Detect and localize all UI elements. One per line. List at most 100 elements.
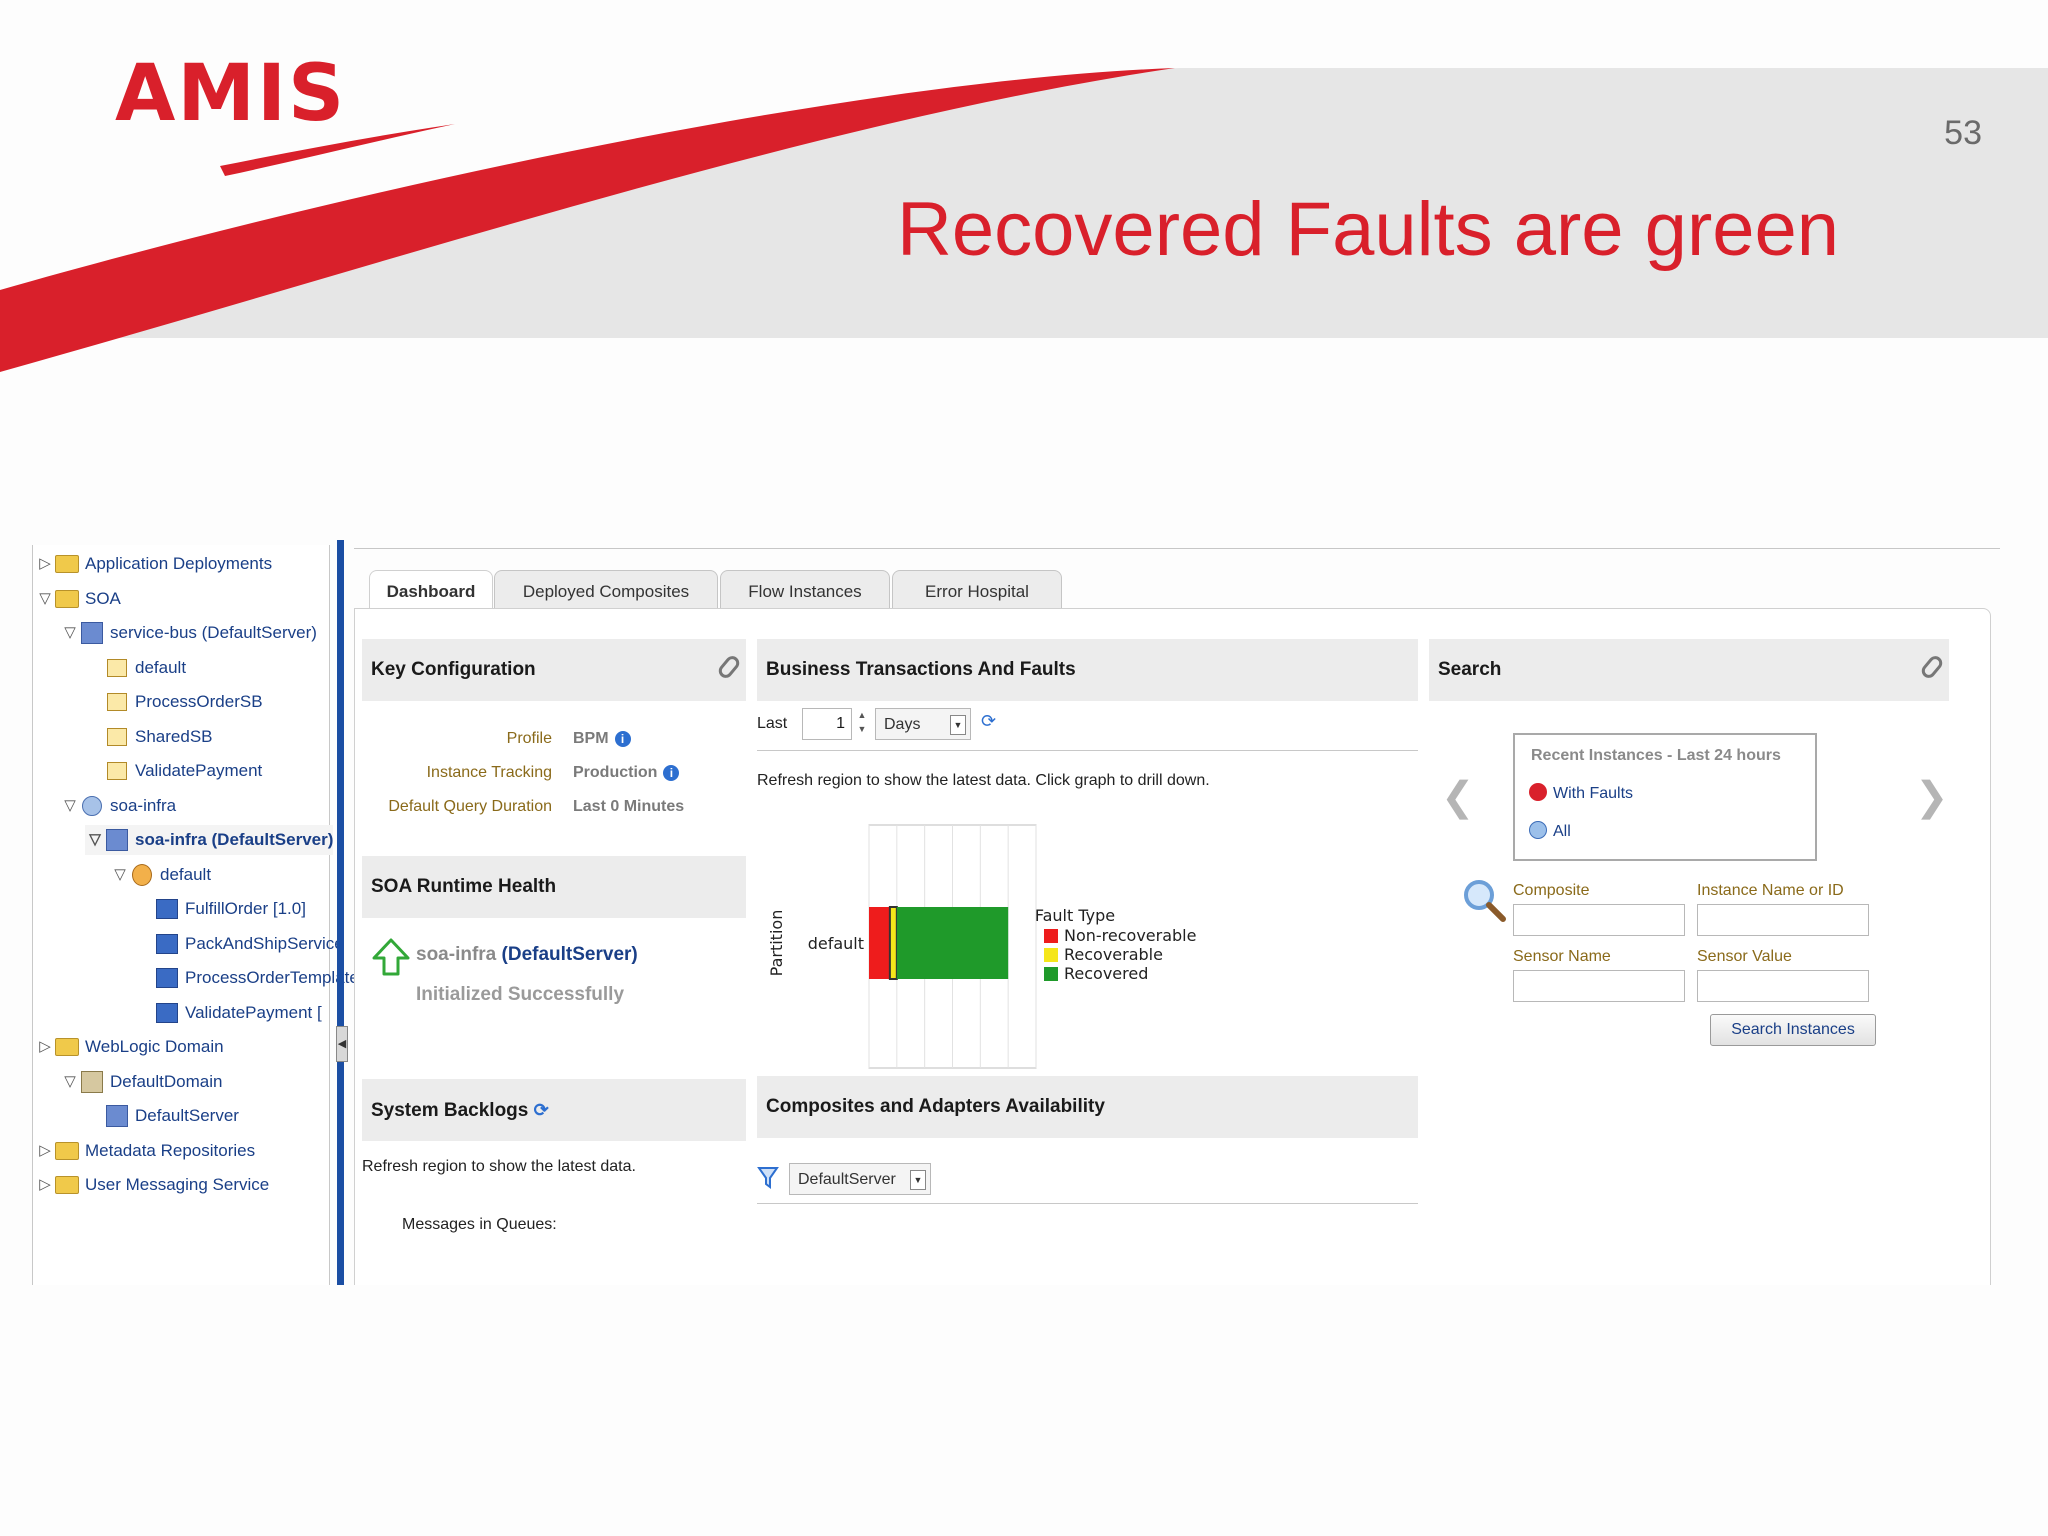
page-number: 53	[1944, 114, 1982, 152]
bt-faults-header: Business Transactions And Faults	[757, 639, 1418, 701]
tree-item-label: default	[135, 657, 187, 677]
tree-item[interactable]: ▷ User Messaging Service	[35, 1170, 269, 1200]
composite-icon	[155, 933, 179, 954]
server-link[interactable]: (DefaultServer)	[502, 944, 638, 965]
collapse-toggle-icon[interactable]: ▽	[60, 618, 80, 648]
folder-icon	[55, 1175, 79, 1195]
dashboard-main: Dashboard Deployed Composites Flow Insta…	[354, 540, 2000, 1285]
with-faults-link[interactable]: With Faults	[1529, 783, 1633, 803]
bar-non-recoverable[interactable]	[869, 907, 890, 979]
tree-item[interactable]: ▷ Metadata Repositories	[35, 1136, 255, 1166]
tree-item-label: SharedSB	[135, 726, 213, 746]
backlogs-title: System Backlogs	[371, 1100, 529, 1121]
sensor-value-field[interactable]	[1697, 970, 1869, 1002]
expand-toggle-icon[interactable]: ▷	[35, 549, 55, 579]
refresh-icon[interactable]: ⟳	[981, 711, 996, 732]
tree-splitter[interactable]	[337, 540, 344, 1285]
tree-item[interactable]: ▽ default	[110, 860, 211, 890]
navigation-tree: ▷ Application Deployments ▽ SOA ▽ service-bus…	[32, 545, 359, 1285]
tab-dashboard[interactable]: Dashboard	[369, 570, 493, 609]
tree-item[interactable]: FulfillOrder [1.0]	[135, 894, 306, 924]
tree-item[interactable]: ▷ WebLogic Domain	[35, 1032, 224, 1062]
expand-toggle-icon[interactable]: ▷	[35, 1170, 55, 1200]
runtime-status: Initialized Successfully	[416, 984, 625, 1005]
folder-icon	[55, 1141, 79, 1161]
legend-label: Recovered	[1064, 964, 1148, 983]
composite-icon	[155, 968, 179, 988]
project-icon	[105, 727, 129, 747]
collapse-toggle-icon[interactable]: ▽	[110, 860, 130, 890]
unit-select[interactable]: Days ▼	[875, 708, 971, 740]
tree-item[interactable]: ▽ soa-infra	[60, 791, 176, 821]
fault-icon	[1529, 783, 1547, 801]
tree-item[interactable]: SharedSB	[85, 722, 213, 752]
collapse-toggle-icon[interactable]: ▽	[35, 584, 55, 614]
legend-swatch	[1044, 929, 1058, 943]
instance-field[interactable]	[1697, 904, 1869, 936]
y-axis-label: Partition	[767, 910, 786, 977]
instances-icon	[1529, 821, 1547, 839]
collapse-toggle-icon[interactable]: ▽	[60, 791, 80, 821]
search-instances-button[interactable]: Search Instances	[1710, 1014, 1876, 1046]
sensor-name-label: Sensor Name	[1513, 948, 1611, 965]
count-spinner[interactable]: ▲ ▼	[855, 708, 869, 738]
info-icon[interactable]: i	[614, 730, 631, 747]
tree-item-label: DefaultDomain	[110, 1071, 223, 1091]
filter-icon[interactable]	[757, 1166, 779, 1190]
tree-item[interactable]: DefaultServer	[85, 1101, 239, 1131]
composite-label: Composite	[1513, 882, 1590, 899]
legend-label: Recoverable	[1064, 945, 1163, 964]
em-console-screenshot: ▷ Application Deployments ▽ SOA ▽ service-bus…	[32, 540, 2000, 1285]
profile-label: Profile	[506, 730, 552, 747]
tree-item[interactable]: ProcessOrderSB	[85, 687, 263, 717]
tree-item[interactable]: ValidatePayment	[85, 756, 262, 786]
query-duration-value: Last 0 Minutes	[573, 798, 685, 815]
all-instances-link[interactable]: All	[1529, 821, 1571, 841]
tree-item[interactable]: ProcessOrderTemplate	[135, 963, 359, 993]
collapse-tree-handle[interactable]: ◀	[336, 1026, 348, 1062]
tab-flow-instances[interactable]: Flow Instances	[720, 570, 890, 609]
info-icon[interactable]: i	[663, 764, 680, 781]
last-count-input[interactable]: 1	[802, 708, 852, 740]
tree-item-label: default	[160, 864, 212, 884]
tab-deployed-composites[interactable]: Deployed Composites	[494, 570, 718, 609]
bar-recoverable[interactable]	[888, 906, 898, 980]
pin-icon[interactable]	[1918, 653, 1946, 681]
runtime-server: soa-infra (DefaultServer)	[416, 944, 638, 965]
tree-item[interactable]: ▽ service-bus (DefaultServer)	[60, 618, 317, 648]
server-icon	[105, 829, 129, 851]
collapse-toggle-icon[interactable]: ▽	[60, 1067, 80, 1097]
pin-icon[interactable]	[715, 653, 743, 681]
recent-instances-box: Recent Instances - Last 24 hours With Fa…	[1513, 733, 1817, 861]
tab-error-hospital[interactable]: Error Hospital	[892, 570, 1062, 609]
chevron-down-icon: ▼	[950, 715, 966, 735]
tree-item-label: Metadata Repositories	[85, 1140, 256, 1160]
sensor-value-label: Sensor Value	[1697, 948, 1792, 965]
dashboard-content: Key Configuration Profile BPM i Instance …	[354, 608, 1991, 1285]
tree-item[interactable]: ▽ SOA	[35, 584, 121, 614]
server-icon	[80, 622, 104, 644]
bar-recovered[interactable]	[896, 907, 1009, 979]
tree-item[interactable]: ▽ soa-infra (DefaultServer)	[85, 825, 334, 855]
slide-title: Recovered Faults are green	[897, 187, 1840, 272]
tree-item[interactable]: default	[85, 653, 186, 683]
refresh-icon[interactable]: ⟳	[534, 1100, 549, 1120]
tree-item-label: service-bus (DefaultServer)	[110, 623, 317, 642]
collapse-toggle-icon[interactable]: ▽	[85, 825, 105, 855]
prev-arrow[interactable]: ❮	[1441, 774, 1475, 820]
tree-item[interactable]: ▷ Application Deployments	[35, 549, 272, 579]
tree-item[interactable]: PackAndShipService	[135, 929, 344, 959]
tree-item[interactable]: ValidatePayment [	[135, 998, 322, 1028]
tree-item-label: ProcessOrderTemplate	[185, 968, 359, 987]
tree-item-label: ProcessOrderSB	[135, 692, 263, 711]
sensor-name-field[interactable]	[1513, 970, 1685, 1002]
instance-tracking-value: Production i	[573, 764, 680, 782]
expand-toggle-icon[interactable]: ▷	[35, 1136, 55, 1166]
server-select[interactable]: DefaultServer ▼	[789, 1163, 931, 1195]
expand-toggle-icon[interactable]: ▷	[35, 1032, 55, 1062]
tree-item-label: soa-infra (DefaultServer)	[135, 830, 334, 849]
instance-label: Instance Name or ID	[1697, 882, 1844, 899]
tree-item[interactable]: ▽ DefaultDomain	[60, 1067, 222, 1097]
next-arrow[interactable]: ❯	[1915, 774, 1949, 820]
composite-field[interactable]	[1513, 904, 1685, 936]
